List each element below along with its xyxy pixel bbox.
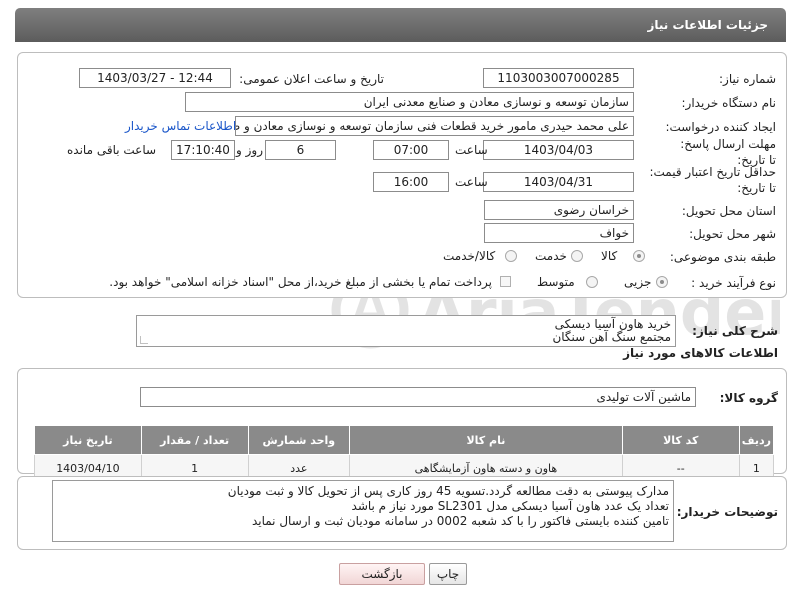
city-label: شهر محل تحویل: <box>689 227 776 241</box>
buyer-notes-label: توضیحات خریدار: <box>676 505 778 519</box>
col-row: ردیف <box>738 425 775 455</box>
province-label: استان محل تحویل: <box>681 204 776 218</box>
category-label: طبقه بندی موضوعی: <box>669 250 776 264</box>
deadline-date-field: 1403/04/03 <box>483 140 634 160</box>
price-validity-label: حداقل تاریخ اعتبار قیمت: تا تاریخ: <box>649 165 776 195</box>
requester-label: ایجاد کننده درخواست: <box>665 120 776 134</box>
category-radio-goods-service[interactable] <box>505 250 517 262</box>
process-label: نوع فرآیند خرید : <box>691 276 776 290</box>
treasury-payment-note: پرداخت تمام یا بخشی از مبلغ خرید،از محل … <box>109 275 492 289</box>
deadline-time-label: ساعت <box>455 143 488 157</box>
col-code: کد کالا <box>621 425 740 455</box>
buyer-notes-line-2: تعداد یک عدد هاون آسیا دیسکی مدل SL2301 … <box>351 499 669 513</box>
goods-group-label: گروه کالا: <box>719 391 778 405</box>
col-name: نام کالا <box>349 425 623 455</box>
goods-section-title: اطلاعات کالاهای مورد نیاز <box>623 346 778 360</box>
province-field: خراسان رضوی <box>484 200 634 220</box>
category-radio-goods[interactable] <box>633 250 645 262</box>
print-button[interactable]: چاپ <box>429 563 467 585</box>
page-title: جزئیات اطلاعات نیاز <box>647 18 768 32</box>
city-field: خواف <box>484 223 634 243</box>
goods-group-field: ماشین آلات تولیدی <box>140 387 696 407</box>
goods-table-header: ردیف کد کالا نام کالا واحد شمارش تعداد /… <box>34 425 775 455</box>
buyer-contact-link[interactable]: اطلاعات تماس خریدار <box>125 119 236 133</box>
days-field: 6 <box>265 140 336 160</box>
buyer-notes-textarea: مدارک پیوستی به دقت مطالعه گردد.تسویه 45… <box>52 480 674 542</box>
summary-line-2: مجتمع سنگ آهن سنگان <box>552 330 671 344</box>
process-radio-minor[interactable] <box>656 276 668 288</box>
remaining-time-field: 17:10:40 <box>171 140 235 160</box>
resize-grip-icon[interactable] <box>140 336 148 344</box>
back-button[interactable]: بازگشت <box>339 563 425 585</box>
goods-table: ردیف کد کالا نام کالا واحد شمارش تعداد /… <box>34 425 775 482</box>
price-validity-time-field: 16:00 <box>373 172 449 192</box>
page-header: جزئیات اطلاعات نیاز <box>15 8 786 42</box>
buyer-notes-line-1: مدارک پیوستی به دقت مطالعه گردد.تسویه 45… <box>227 484 669 498</box>
announce-datetime-field: 1403/03/27 - 12:44 <box>79 68 231 88</box>
category-option-goods-service: کالا/خدمت <box>443 249 496 263</box>
category-radio-service[interactable] <box>571 250 583 262</box>
deadline-time-field: 07:00 <box>373 140 449 160</box>
price-validity-time-label: ساعت <box>455 175 488 189</box>
price-validity-date-field: 1403/04/31 <box>483 172 634 192</box>
col-qty: تعداد / مقدار <box>140 425 249 455</box>
process-radio-medium[interactable] <box>586 276 598 288</box>
category-option-goods: کالا <box>601 249 618 263</box>
days-label: روز و <box>236 143 263 157</box>
summary-label: شرح کلی نیاز: <box>692 324 778 338</box>
announce-label: تاریخ و ساعت اعلان عمومی: <box>239 72 384 86</box>
col-date: تاریخ نیاز <box>34 425 142 455</box>
requester-field: علی محمد حیدری مامور خرید قطعات فنی سازم… <box>235 116 634 136</box>
remaining-label: ساعت باقی مانده <box>67 143 157 157</box>
treasury-payment-checkbox[interactable] <box>500 276 511 287</box>
process-option-medium: متوسط <box>537 275 575 289</box>
buyer-org-label: نام دستگاه خریدار: <box>681 96 777 110</box>
need-number-field: 1103003007000285 <box>483 68 634 88</box>
buyer-org-field: سازمان توسعه و نوسازی معادن و صنایع معدن… <box>185 92 634 112</box>
category-option-service: خدمت <box>535 249 567 263</box>
process-option-minor: جزیی <box>624 275 652 289</box>
summary-textarea: خرید هاون آسیا دیسکی مجتمع سنگ آهن سنگان <box>136 315 676 347</box>
col-unit: واحد شمارش <box>247 425 351 455</box>
need-number-label: شماره نیاز: <box>719 72 776 86</box>
buyer-notes-line-3: تامین کننده بایستی فاکتور را با کد شعبه … <box>251 514 669 528</box>
